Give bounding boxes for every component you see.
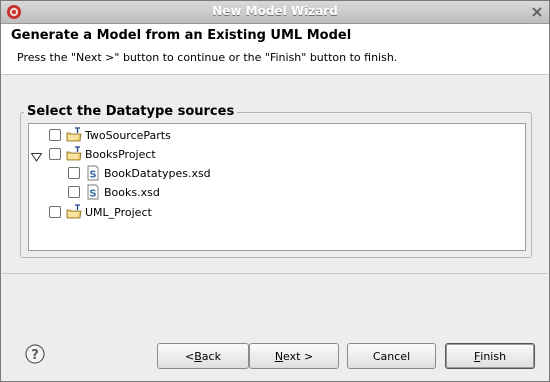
help-icon[interactable]: ? — [25, 344, 45, 364]
checkbox[interactable] — [68, 186, 80, 198]
tree-item-label: UML_Project — [85, 205, 152, 219]
close-icon[interactable] — [529, 4, 545, 20]
uml-project-folder-icon — [66, 146, 82, 162]
tree-item-label: BooksProject — [85, 147, 156, 161]
back-button-prefix: < — [185, 349, 195, 363]
finish-button-label: inish — [480, 349, 507, 363]
back-button-mnemonic: B — [194, 349, 202, 363]
svg-text:S: S — [89, 189, 96, 200]
svg-text:?: ? — [31, 348, 39, 363]
checkbox[interactable] — [49, 129, 61, 141]
datatype-sources-tree[interactable]: TwoSourceParts BooksProject S BookDataty… — [28, 123, 526, 251]
checkbox[interactable] — [49, 206, 61, 218]
svg-text:S: S — [89, 170, 96, 181]
cancel-button[interactable]: Cancel — [347, 343, 436, 369]
uml-project-folder-icon — [66, 204, 82, 220]
next-button[interactable]: Next > — [249, 343, 339, 369]
tree-item-twosourceparts[interactable]: TwoSourceParts — [49, 126, 171, 144]
checkbox[interactable] — [49, 148, 61, 160]
finish-button[interactable]: Finish — [445, 343, 535, 369]
xsd-schema-file-icon: S — [85, 165, 101, 181]
tree-item-label: Books.xsd — [104, 185, 160, 199]
button-bar-separator — [2, 273, 548, 274]
new-model-wizard-dialog: New Model Wizard Generate a Model from a… — [0, 0, 550, 382]
page-description: Press the "Next >" button to continue or… — [17, 51, 398, 64]
cancel-button-label: Cancel — [372, 349, 411, 363]
next-button-label: ext > — [283, 349, 314, 363]
back-button-label: ack — [201, 349, 221, 363]
title-bar[interactable]: New Model Wizard — [1, 1, 549, 24]
page-title: Generate a Model from an Existing UML Mo… — [11, 28, 352, 43]
expand-triangle-icon[interactable] — [30, 151, 43, 162]
tree-item-books-xsd[interactable]: S Books.xsd — [68, 183, 160, 201]
wizard-header: Generate a Model from an Existing UML Mo… — [1, 24, 549, 75]
uml-project-folder-icon — [66, 127, 82, 143]
back-button[interactable]: < Back — [157, 343, 249, 369]
group-label: Select the Datatype sources — [24, 104, 238, 119]
xsd-schema-file-icon: S — [85, 184, 101, 200]
checkbox[interactable] — [68, 167, 80, 179]
tree-item-booksproject[interactable]: BooksProject — [49, 145, 156, 163]
tree-item-label: BookDatatypes.xsd — [104, 166, 211, 180]
tree-item-uml-project[interactable]: UML_Project — [49, 203, 152, 221]
tree-item-label: TwoSourceParts — [85, 128, 171, 142]
window-title: New Model Wizard — [212, 4, 338, 18]
tree-item-bookdatatypes-xsd[interactable]: S BookDatatypes.xsd — [68, 164, 211, 182]
next-button-mnemonic: N — [274, 349, 284, 363]
